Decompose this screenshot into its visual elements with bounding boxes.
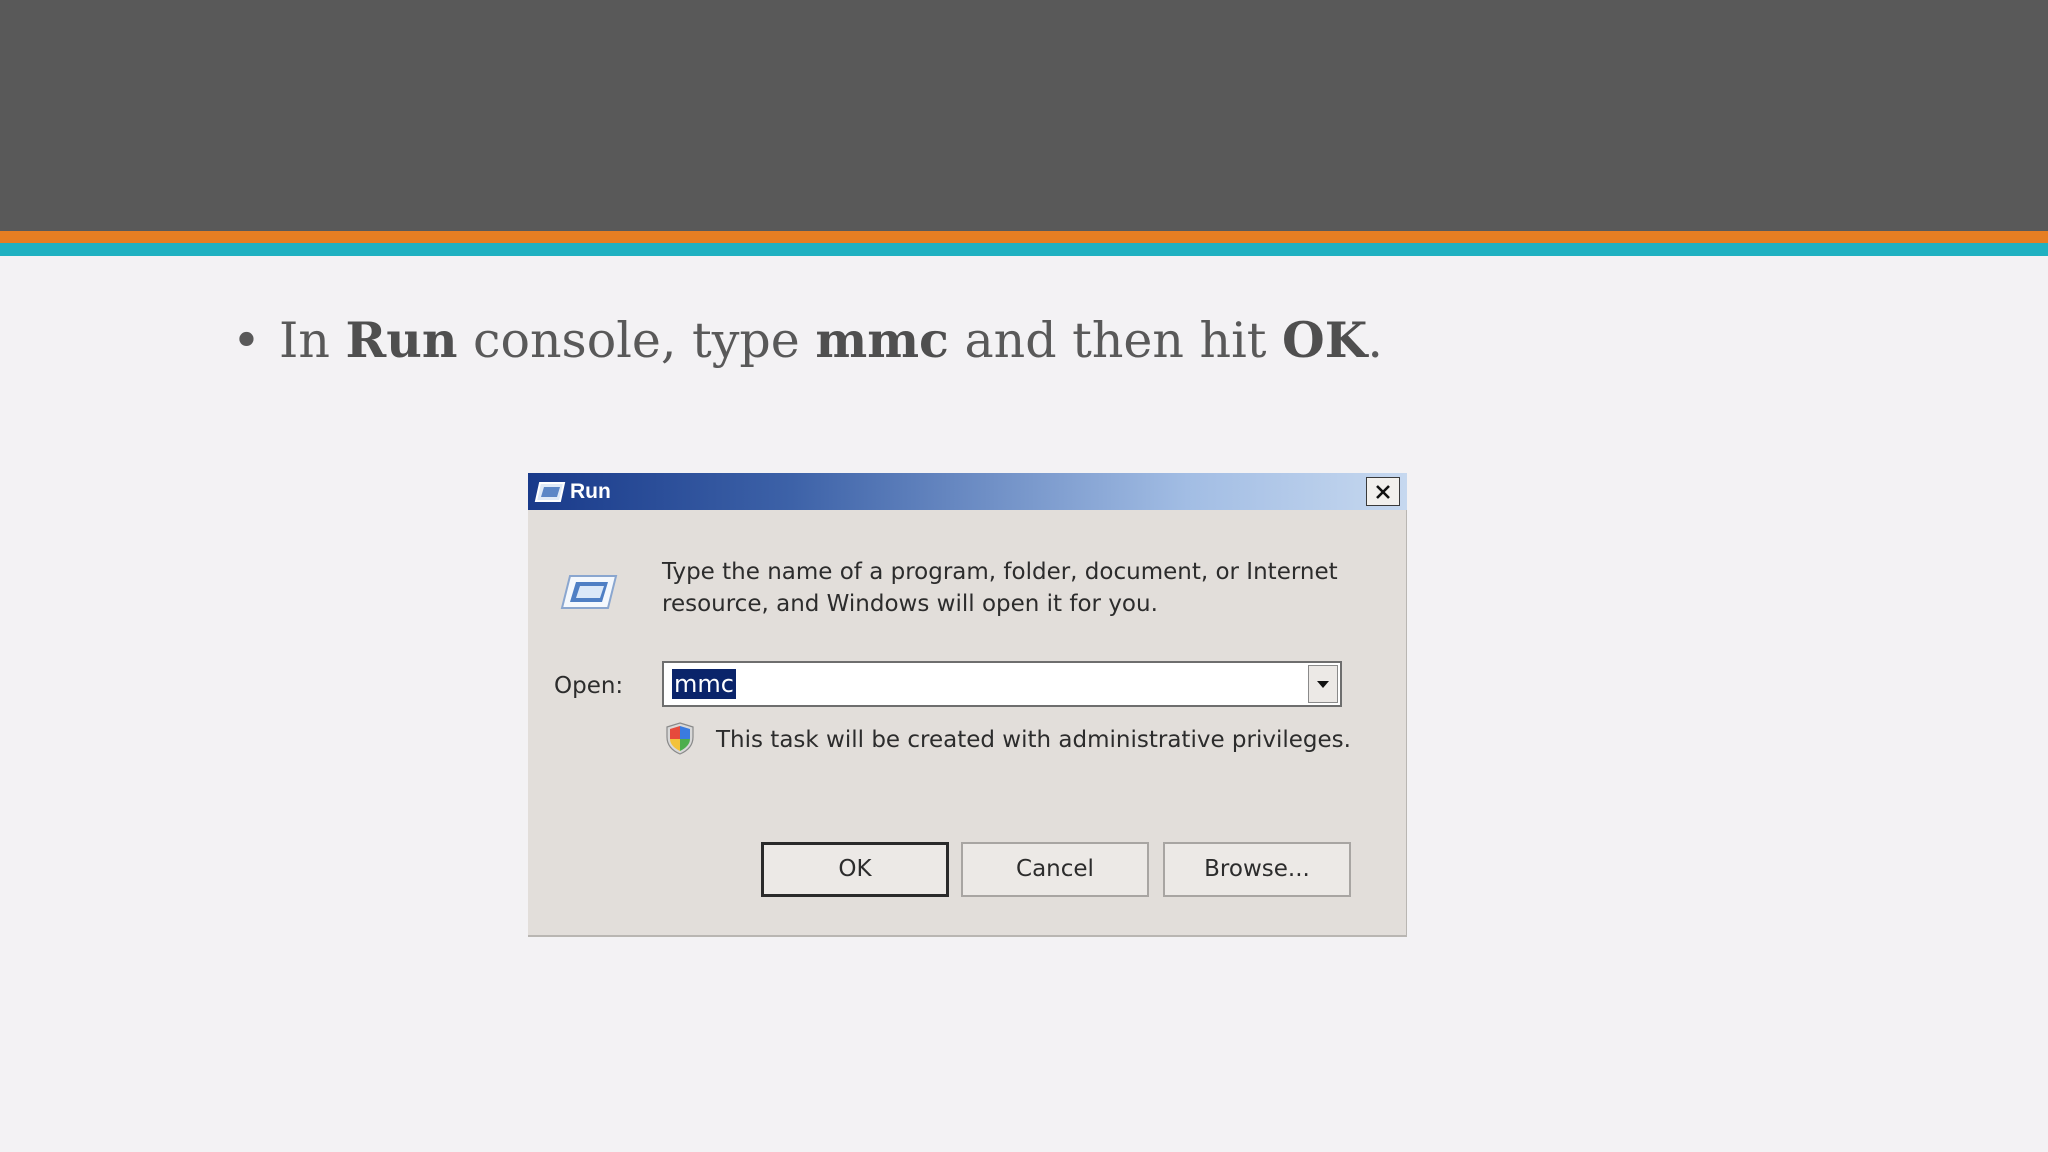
bullet-marker: • (232, 312, 261, 369)
instruction-text-2: console, type (457, 312, 816, 369)
uac-shield-icon (666, 722, 694, 755)
header-stripe-teal (0, 243, 2048, 256)
run-dialog: Run Type the name of a program, folder, … (528, 473, 1407, 937)
header-stripe-orange (0, 231, 2048, 243)
instruction-bullet: • In Run console, type mmc and then hit O… (232, 304, 1383, 376)
run-title: Run (570, 480, 611, 503)
instruction-ok: OK (1282, 311, 1368, 369)
close-icon (1376, 484, 1390, 499)
run-program-icon (534, 482, 566, 502)
instruction-mmc: mmc (815, 311, 949, 369)
ok-button[interactable]: OK (761, 842, 949, 897)
open-label: Open: (554, 673, 624, 699)
instruction-run: Run (345, 311, 458, 369)
instruction-text-1: In (279, 312, 346, 369)
instruction-text-4: . (1367, 312, 1383, 369)
instruction-text-3: and then hit (948, 312, 1283, 369)
slide-header-bar (0, 0, 2048, 231)
cancel-button[interactable]: Cancel (961, 842, 1149, 897)
admin-privileges-note: This task will be created with administr… (716, 727, 1351, 753)
run-program-icon (560, 575, 618, 609)
open-dropdown-button[interactable] (1308, 665, 1338, 703)
close-button[interactable] (1366, 477, 1400, 506)
browse-button[interactable]: Browse... (1163, 842, 1351, 897)
chevron-down-icon (1317, 681, 1329, 688)
open-input-value[interactable]: mmc (672, 669, 736, 699)
open-combobox[interactable]: mmc (662, 661, 1342, 707)
run-titlebar[interactable]: Run (528, 473, 1407, 510)
run-description: Type the name of a program, folder, docu… (662, 559, 1338, 617)
